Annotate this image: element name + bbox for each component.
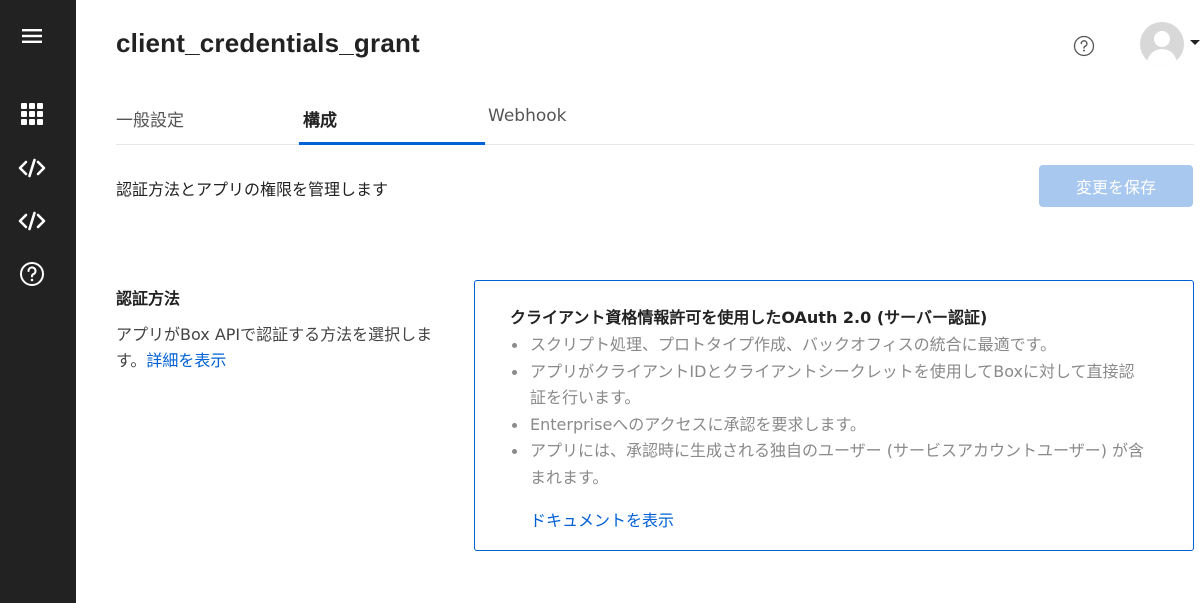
grid-icon[interactable] <box>18 100 46 128</box>
code-icon[interactable] <box>18 154 46 182</box>
save-changes-button[interactable]: 変更を保存 <box>1039 165 1193 207</box>
auth-option-feature-list: スクリプト処理、プロトタイプ作成、バックオフィスの統合に最適です。 アプリがクラ… <box>510 332 1150 491</box>
code-icon[interactable] <box>18 207 46 235</box>
menu-icon[interactable] <box>18 22 46 50</box>
tab-configuration[interactable]: 構成 <box>303 106 337 144</box>
auth-method-description: アプリがBox APIで認証する方法を選択します。詳細を表示 <box>116 322 446 374</box>
list-item: スクリプト処理、プロトタイプ作成、バックオフィスの統合に最適です。 <box>510 332 1150 359</box>
auth-method-heading: 認証方法 <box>116 289 181 308</box>
auth-option-card[interactable]: クライアント資格情報許可を使用したOAuth 2.0 (サーバー認証) スクリプ… <box>474 280 1194 551</box>
list-item: アプリがクライアントIDとクライアントシークレットを使用してBoxに対して直接認… <box>510 359 1150 412</box>
auth-option-title: クライアント資格情報許可を使用したOAuth 2.0 (サーバー認証) <box>510 308 988 327</box>
list-item: アプリには、承認時に生成される独自のユーザー (サービスアカウントユーザー) が… <box>510 438 1150 491</box>
avatar-dropdown-icon[interactable] <box>1190 40 1200 45</box>
user-avatar[interactable] <box>1140 22 1184 66</box>
tab-general-settings[interactable]: 一般設定 <box>116 106 184 144</box>
tab-bar: 一般設定 構成 Webhook <box>116 100 1194 145</box>
page-title: client_credentials_grant <box>116 28 420 58</box>
tab-webhook[interactable]: Webhook <box>488 106 566 144</box>
list-item: Enterpriseへのアクセスに承認を要求します。 <box>510 412 1150 439</box>
page-subtitle: 認証方法とアプリの権限を管理します <box>116 180 389 199</box>
help-icon[interactable] <box>18 260 46 288</box>
details-link[interactable]: 詳細を表示 <box>146 351 226 370</box>
sidebar <box>0 0 76 603</box>
active-tab-indicator <box>299 142 485 145</box>
view-documentation-link[interactable]: ドキュメントを表示 <box>530 507 674 531</box>
help-icon[interactable] <box>1073 35 1095 57</box>
